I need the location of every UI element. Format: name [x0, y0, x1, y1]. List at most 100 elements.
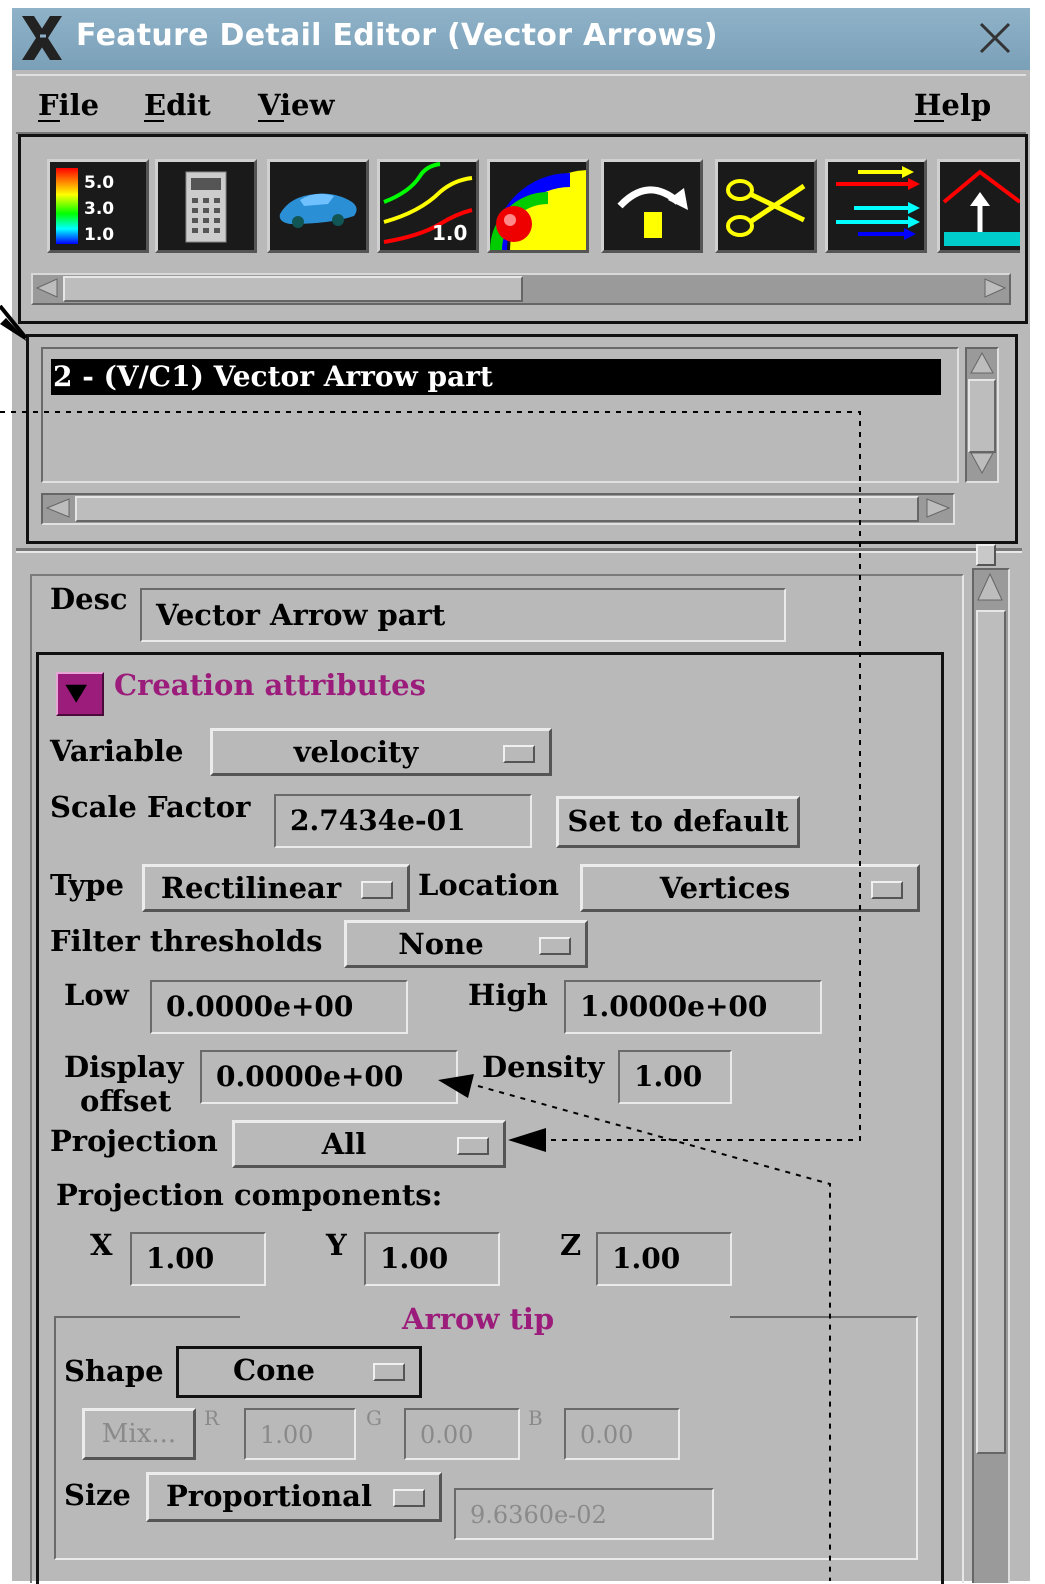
option-menu-icon [539, 937, 571, 955]
g-field[interactable]: 0.00 [404, 1408, 520, 1460]
contour-lines-icon[interactable]: 1.0 [377, 159, 479, 253]
color-legend-icon[interactable]: 5.0 3.0 1.0 [47, 159, 149, 253]
scroll-up-icon[interactable] [969, 351, 995, 379]
density-label: Density [482, 1050, 605, 1084]
size-label: Size [64, 1478, 131, 1512]
option-menu-icon [457, 1137, 489, 1155]
z-component-field[interactable]: 1.00 [596, 1232, 732, 1286]
option-menu-icon [361, 881, 393, 899]
x-component-field[interactable]: 1.00 [130, 1232, 266, 1286]
close-icon[interactable] [975, 18, 1015, 58]
density-field[interactable]: 1.00 [618, 1050, 732, 1104]
size-select[interactable]: Proportional [146, 1472, 442, 1522]
scroll-left-icon[interactable] [35, 277, 59, 299]
creation-attributes-title: Creation attributes [114, 668, 426, 702]
scale-factor-field[interactable]: 2.7434e-01 [274, 794, 532, 848]
location-value: Vertices [659, 871, 791, 905]
size-value-field[interactable]: 9.6360e-02 [454, 1488, 714, 1540]
b-label: B [528, 1406, 543, 1430]
type-select[interactable]: Rectilinear [142, 864, 410, 912]
location-select[interactable]: Vertices [580, 864, 920, 912]
filter-value: None [398, 927, 484, 961]
filter-thresholds-label: Filter thresholds [50, 924, 323, 958]
legend-value: 5.0 [84, 173, 114, 193]
option-menu-icon [503, 745, 535, 763]
display-offset-label-2: offset [80, 1084, 172, 1118]
parts-hscrollbar[interactable] [41, 493, 955, 525]
projection-select[interactable]: All [232, 1120, 506, 1168]
scroll-right-icon[interactable] [925, 497, 951, 523]
mix-color-button[interactable]: Mix... [82, 1408, 196, 1460]
projection-value: All [321, 1127, 367, 1161]
parts-list-frame: 2 - (V/C1) Vector Arrow part [26, 334, 1018, 544]
variable-select[interactable]: velocity [210, 728, 552, 776]
feature-toolbar: 5.0 3.0 1.0 1.0 [18, 134, 1028, 324]
contour-value: 1.0 [432, 221, 467, 245]
x-label: X [90, 1228, 113, 1262]
projection-components-label: Projection components: [56, 1178, 443, 1212]
collapse-toggle-icon[interactable] [56, 672, 104, 716]
legend-value: 3.0 [84, 199, 114, 219]
parts-scroll-thumb[interactable] [968, 379, 996, 453]
parts-vscrollbar[interactable] [965, 347, 999, 483]
parts-list: 2 - (V/C1) Vector Arrow part [41, 347, 959, 483]
shape-select[interactable]: Cone [176, 1346, 422, 1398]
toolbar-scroll-thumb[interactable] [63, 276, 523, 302]
scroll-down-icon[interactable] [969, 451, 995, 479]
menu-edit[interactable]: Edit [144, 88, 211, 122]
display-offset-field[interactable]: 0.0000e+00 [200, 1050, 458, 1104]
variable-label: Variable [50, 734, 184, 768]
size-value: Proportional [166, 1479, 372, 1513]
list-item[interactable]: 2 - (V/C1) Vector Arrow part [51, 359, 941, 395]
z-label: Z [560, 1228, 582, 1262]
option-menu-icon [393, 1489, 425, 1507]
y-component-field[interactable]: 1.00 [364, 1232, 500, 1286]
shape-value: Cone [233, 1353, 315, 1387]
desc-field[interactable]: Vector Arrow part [140, 588, 786, 642]
scroll-up-icon[interactable] [976, 572, 1004, 606]
pane-divider[interactable] [16, 548, 1022, 553]
parts-hscroll-thumb[interactable] [75, 496, 919, 522]
scroll-left-icon[interactable] [45, 497, 71, 523]
extrude-icon[interactable] [937, 159, 1022, 253]
high-label: High [468, 978, 548, 1012]
display-offset-label-1: Display [64, 1050, 184, 1084]
shape-label: Shape [64, 1354, 164, 1388]
menu-help[interactable]: Help [914, 88, 991, 122]
low-field[interactable]: 0.0000e+00 [150, 980, 408, 1034]
menu-view[interactable]: View [258, 88, 334, 122]
attributes-vscrollbar[interactable] [972, 568, 1010, 1583]
x-logo-icon [20, 14, 64, 62]
arrow-tip-title: Arrow tip [402, 1302, 555, 1336]
window-title: Feature Detail Editor (Vector Arrows) [76, 18, 718, 53]
calculator-icon[interactable] [155, 159, 257, 253]
option-menu-icon [373, 1363, 405, 1381]
menu-bar: File Edit View Help [16, 74, 1026, 134]
toolbar-hscrollbar[interactable] [31, 273, 1011, 305]
car-model-icon[interactable] [267, 159, 369, 253]
location-label: Location [418, 868, 560, 902]
r-field[interactable]: 1.00 [244, 1408, 356, 1460]
legend-value: 1.0 [84, 225, 114, 245]
scale-factor-label: Scale Factor [50, 790, 251, 824]
b-field[interactable]: 0.00 [564, 1408, 680, 1460]
desc-label: Desc [50, 582, 128, 616]
elevation-arrow-icon[interactable] [601, 159, 703, 253]
low-label: Low [64, 978, 129, 1012]
r-label: R [204, 1406, 220, 1430]
option-menu-icon [871, 881, 903, 899]
vector-arrows-icon[interactable] [825, 159, 927, 253]
clip-scissors-icon[interactable] [715, 159, 817, 253]
scroll-right-icon[interactable] [983, 277, 1007, 299]
filter-thresholds-select[interactable]: None [344, 920, 588, 968]
variable-value: velocity [293, 735, 419, 769]
menu-file[interactable]: File [38, 88, 99, 122]
attributes-scroll-thumb[interactable] [976, 610, 1006, 1454]
y-label: Y [326, 1228, 347, 1262]
g-label: G [366, 1406, 382, 1430]
set-to-default-button[interactable]: Set to default [556, 796, 800, 848]
high-field[interactable]: 1.0000e+00 [564, 980, 822, 1034]
sash-handle[interactable] [976, 544, 996, 566]
isosurface-icon[interactable] [487, 159, 590, 253]
type-value: Rectilinear [160, 871, 342, 905]
